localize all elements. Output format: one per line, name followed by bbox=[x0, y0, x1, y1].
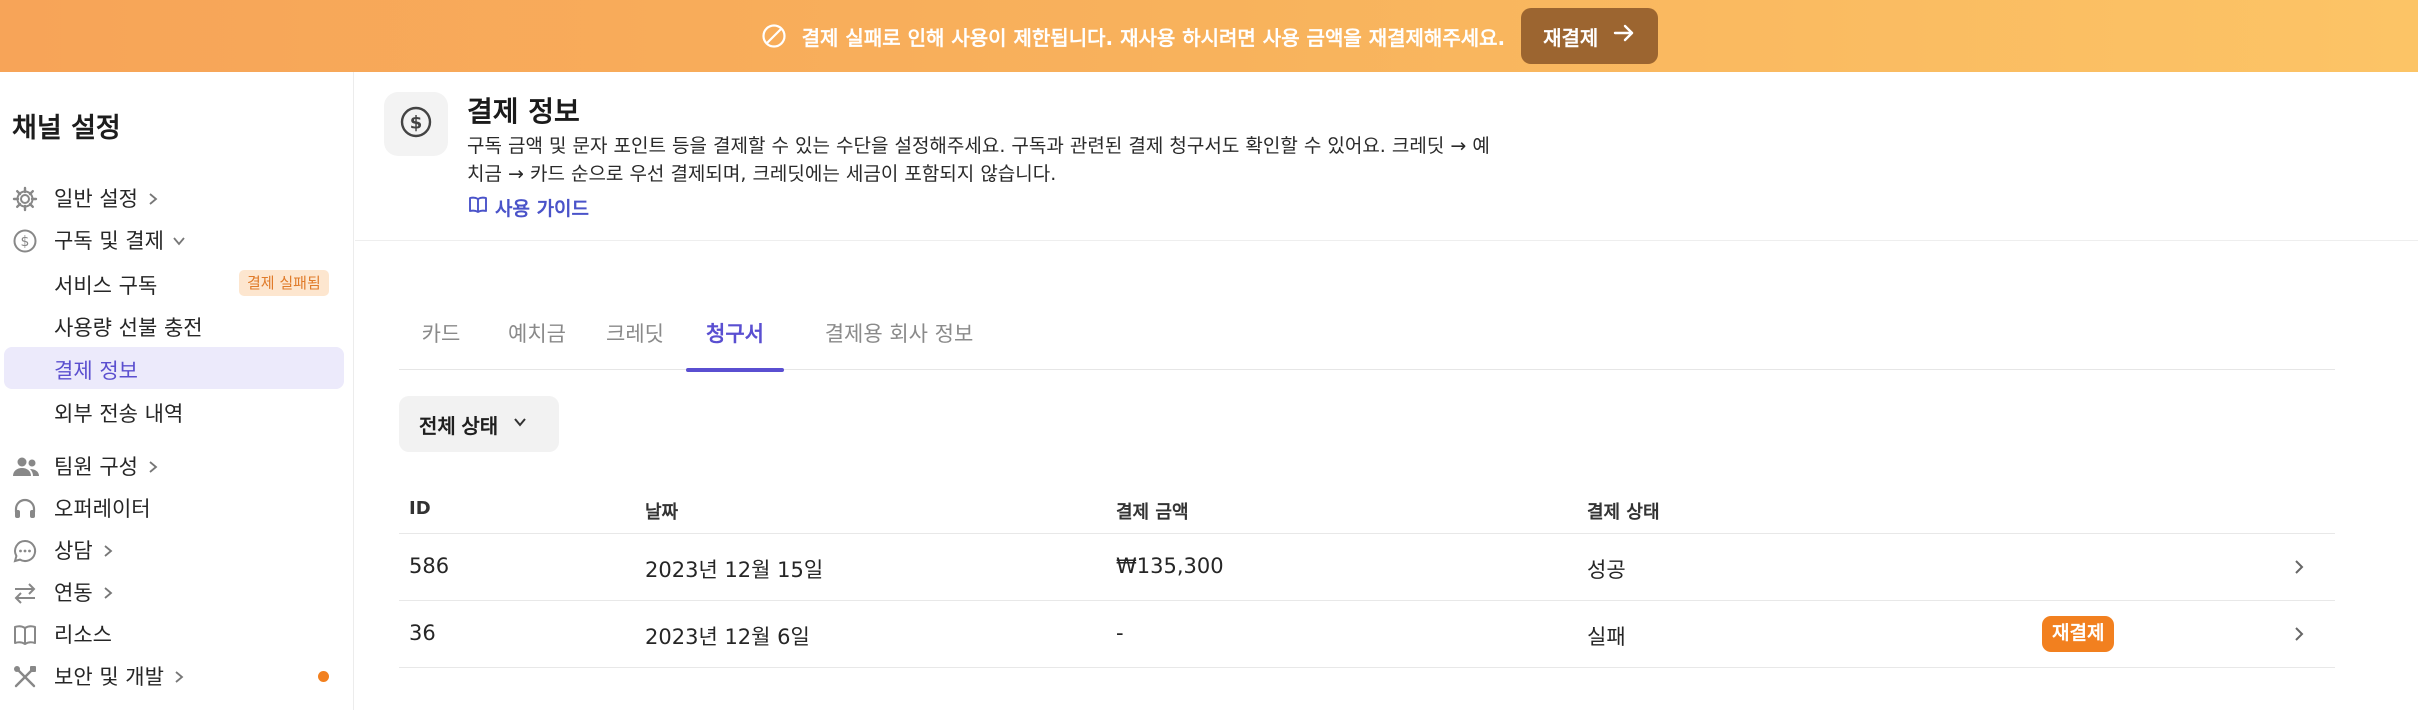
column-header-id: ID bbox=[409, 498, 431, 519]
gear-icon bbox=[12, 186, 38, 212]
sidebar-item-label: 오퍼레이터 bbox=[54, 497, 151, 521]
table-row[interactable]: 36 2023년 12월 6일 - 실패 재결제 bbox=[399, 601, 2335, 668]
page-description: 구독 금액 및 문자 포인트 등을 결제할 수 있는 수단을 설정해주세요. 구… bbox=[467, 132, 1907, 188]
main-content: $ 결제 정보 구독 금액 및 문자 포인트 등을 결제할 수 있는 수단을 설… bbox=[355, 72, 2418, 710]
sidebar-item-label: 상담 bbox=[54, 539, 93, 563]
sidebar-subitem-payment-info[interactable]: 결제 정보 bbox=[4, 347, 344, 389]
sidebar-item-label: 구독 및 결제 bbox=[54, 229, 164, 253]
sidebar-item-integration[interactable]: 연동 bbox=[0, 572, 354, 612]
chevron-right-icon[interactable] bbox=[2291, 625, 2307, 643]
chevron-right-icon bbox=[149, 461, 158, 473]
column-header-amount: 결제 금액 bbox=[1116, 502, 1189, 523]
dollar-circle-icon: $ bbox=[399, 105, 433, 143]
sidebar-item-general[interactable]: 일반 설정 bbox=[0, 178, 354, 218]
cell-amount: - bbox=[1116, 621, 1124, 645]
tab-company-info[interactable]: 결제용 회사 정보 bbox=[794, 292, 1004, 370]
forbidden-icon bbox=[760, 22, 788, 50]
sidebar-subitem-external-sends[interactable]: 외부 전송 내역 bbox=[0, 390, 354, 432]
sidebar-item-label: 보안 및 개발 bbox=[54, 665, 164, 689]
sidebar-item-label: 연동 bbox=[54, 581, 93, 605]
column-header-date: 날짜 bbox=[645, 502, 679, 523]
chevron-right-icon bbox=[175, 671, 184, 683]
sidebar-item-operator[interactable]: 오퍼레이터 bbox=[0, 488, 354, 528]
chevron-right-icon bbox=[104, 587, 113, 599]
sidebar-subitem-label: 사용량 선불 충전 bbox=[54, 316, 203, 340]
svg-text:$: $ bbox=[410, 113, 423, 134]
tab-credit[interactable]: 크레딧 bbox=[591, 292, 679, 370]
page-description-line: 치금 → 카드 순으로 우선 결제되며, 크레딧에는 세금이 포함되지 않습니다… bbox=[467, 163, 1057, 185]
sidebar-item-resources[interactable]: 리소스 bbox=[0, 614, 354, 654]
book-icon bbox=[12, 622, 38, 648]
cell-id: 586 bbox=[409, 554, 450, 578]
dollar-circle-icon: $ bbox=[12, 228, 38, 254]
chevron-right-icon bbox=[149, 193, 158, 205]
chat-bubble-icon bbox=[12, 538, 38, 564]
status-filter-dropdown[interactable]: 전체 상태 bbox=[399, 396, 559, 452]
arrow-right-icon bbox=[1612, 21, 1636, 51]
sidebar-item-label: 팀원 구성 bbox=[54, 455, 138, 479]
settings-sidebar: 채널 설정 일반 설정 $ 구독 및 결제 서비스 구독 결제 실패됨 사용량 … bbox=[0, 72, 354, 710]
cell-status: 실패 bbox=[1587, 625, 1626, 649]
table-header: ID 날짜 결제 금액 결제 상태 bbox=[399, 482, 2335, 534]
cell-id: 36 bbox=[409, 621, 436, 645]
sidebar-item-label: 리소스 bbox=[54, 623, 112, 647]
sidebar-item-consultation[interactable]: 상담 bbox=[0, 530, 354, 570]
page-description-line: 구독 금액 및 문자 포인트 등을 결제할 수 있는 수단을 설정해주세요. 구… bbox=[467, 135, 1490, 157]
cell-date: 2023년 12월 6일 bbox=[645, 625, 810, 649]
sidebar-subitem-label: 외부 전송 내역 bbox=[54, 402, 184, 426]
header-icon-box: $ bbox=[384, 92, 448, 156]
status-filter-label: 전체 상태 bbox=[419, 415, 499, 438]
page-title: 결제 정보 bbox=[467, 95, 580, 128]
repay-button[interactable]: 재결제 bbox=[2042, 616, 2115, 652]
sidebar-title: 채널 설정 bbox=[12, 113, 121, 144]
tab-invoice[interactable]: 청구서 bbox=[686, 292, 784, 372]
tab-card[interactable]: 카드 bbox=[399, 292, 483, 370]
cell-amount: ₩135,300 bbox=[1116, 554, 1224, 578]
chevron-down-icon bbox=[512, 413, 528, 436]
chevron-down-icon bbox=[173, 237, 185, 246]
sidebar-subitem-label: 결제 정보 bbox=[54, 359, 138, 383]
people-icon bbox=[12, 454, 39, 480]
headset-icon bbox=[12, 496, 38, 522]
chevron-right-icon[interactable] bbox=[2291, 558, 2307, 576]
sidebar-item-subscription[interactable]: $ 구독 및 결제 bbox=[0, 220, 354, 260]
sidebar-item-team[interactable]: 팀원 구성 bbox=[0, 446, 354, 486]
payment-failure-banner: 결제 실패로 인해 사용이 제한됩니다. 재사용 하시려면 사용 금액을 재결제… bbox=[0, 0, 2418, 72]
book-open-icon bbox=[467, 194, 489, 221]
sidebar-item-security[interactable]: 보안 및 개발 bbox=[0, 656, 354, 696]
banner-repay-label: 재결제 bbox=[1543, 27, 1599, 50]
notification-dot bbox=[318, 671, 329, 682]
swap-arrows-icon bbox=[12, 580, 38, 606]
sidebar-subitem-prepaid-charge[interactable]: 사용량 선불 충전 bbox=[0, 304, 354, 346]
chevron-right-icon bbox=[104, 545, 113, 557]
banner-message: 결제 실패로 인해 사용이 제한됩니다. 재사용 하시려면 사용 금액을 재결제… bbox=[801, 25, 1506, 50]
cell-date: 2023년 12월 15일 bbox=[645, 558, 824, 582]
banner-repay-button[interactable]: 재결제 bbox=[1521, 8, 1659, 64]
usage-guide-label: 사용 가이드 bbox=[495, 198, 590, 220]
payment-failed-badge: 결제 실패됨 bbox=[239, 270, 329, 296]
sidebar-item-label: 일반 설정 bbox=[54, 187, 138, 211]
sidebar-subitem-service-subscription[interactable]: 서비스 구독 결제 실패됨 bbox=[0, 262, 354, 304]
tab-deposit[interactable]: 예치금 bbox=[493, 292, 581, 370]
column-header-status: 결제 상태 bbox=[1587, 502, 1660, 523]
payment-tabs: 카드 예치금 크레딧 청구서 결제용 회사 정보 bbox=[399, 292, 2335, 372]
header-divider bbox=[355, 240, 2418, 241]
table-row[interactable]: 586 2023년 12월 15일 ₩135,300 성공 bbox=[399, 534, 2335, 601]
tools-icon bbox=[12, 664, 38, 690]
usage-guide-link[interactable]: 사용 가이드 bbox=[467, 194, 589, 221]
svg-text:$: $ bbox=[21, 234, 30, 250]
sidebar-subitem-label: 서비스 구독 bbox=[54, 274, 158, 298]
cell-status: 성공 bbox=[1587, 558, 1626, 582]
